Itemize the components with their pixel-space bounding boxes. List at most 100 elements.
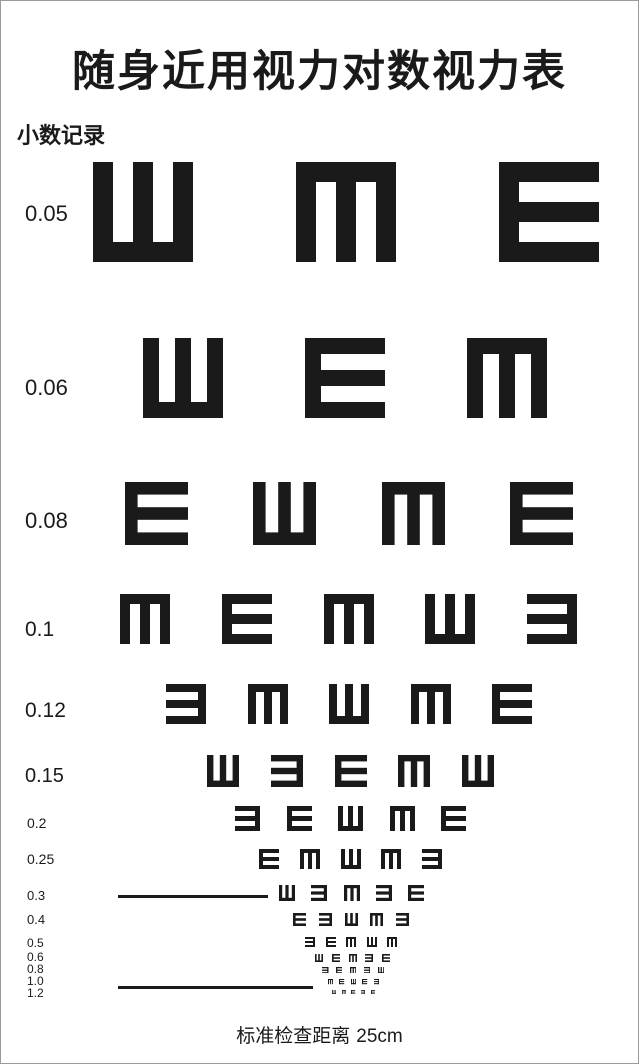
optotype-row [93, 162, 599, 262]
tumbling-e-right-icon [335, 966, 343, 974]
tumbling-e-up-icon [462, 755, 494, 787]
tumbling-e-up-icon [338, 805, 363, 831]
acuity-label: 0.05 [25, 201, 68, 226]
tumbling-e-down-icon [398, 755, 431, 787]
tumbling-e-right-icon [370, 989, 375, 995]
tumbling-e-up-icon [143, 338, 223, 418]
tumbling-e-right-icon [339, 979, 345, 985]
tumbling-e-down-icon [247, 684, 288, 724]
tumbling-e-right-icon [221, 594, 272, 644]
tumbling-e-down-icon [410, 684, 451, 724]
tumbling-e-right-icon [509, 481, 573, 545]
tumbling-e-down-icon [348, 954, 357, 962]
acuity-label: 0.08 [25, 508, 68, 533]
vision-chart: 随身近用视力对数视力表 小数记录 标准检查距离 25cm 0.05 0.06 0.0… [0, 0, 639, 1064]
tumbling-e-up-icon [366, 937, 377, 947]
optotype-row [207, 755, 494, 787]
acuity-label: 0.3 [27, 888, 46, 903]
tumbling-e-right-icon [293, 912, 306, 926]
decimal-record-header: 小数记录 [17, 124, 106, 149]
optotype-row [235, 805, 466, 831]
acuity-label: 1.2 [27, 986, 44, 1000]
tumbling-e-right-icon [351, 989, 356, 995]
tumbling-e-left-icon [422, 849, 442, 869]
optotype-row [315, 954, 390, 962]
optotype-row [143, 338, 547, 418]
acuity-label: 0.1 [25, 618, 55, 641]
tumbling-e-up-icon [377, 966, 384, 974]
test-distance-label: 标准检查距离 25cm [1, 1021, 638, 1048]
tumbling-e-left-icon [166, 684, 206, 724]
tumbling-e-right-icon [331, 954, 340, 962]
tumbling-e-right-icon [325, 937, 336, 947]
acuity-label: 0.25 [27, 851, 55, 867]
chart-title: 随身近用视力对数视力表 [72, 47, 567, 97]
tumbling-e-down-icon [387, 937, 397, 947]
tumbling-e-right-icon [362, 979, 368, 985]
tumbling-e-down-icon [120, 594, 170, 644]
distance-label-text: 标准检查距离 [236, 1025, 351, 1047]
tumbling-e-down-icon [370, 912, 384, 926]
tumbling-e-down-icon [381, 849, 402, 869]
acuity-label: 0.2 [27, 815, 47, 831]
tumbling-e-up-icon [93, 162, 193, 262]
tumbling-e-up-icon [279, 885, 295, 901]
tumbling-e-up-icon [344, 912, 358, 926]
tumbling-e-left-icon [318, 912, 332, 926]
tumbling-e-right-icon [259, 849, 279, 869]
tumbling-e-left-icon [365, 954, 374, 962]
acuity-label: 0.12 [25, 699, 66, 722]
tumbling-e-up-icon [350, 979, 357, 985]
tumbling-e-left-icon [527, 594, 577, 644]
tumbling-e-right-icon [441, 805, 466, 831]
tumbling-e-up-icon [253, 481, 317, 545]
tumbling-e-left-icon [375, 885, 392, 901]
tumbling-e-down-icon [381, 481, 445, 545]
tumbling-e-right-icon [492, 684, 532, 724]
tumbling-e-right-icon [408, 885, 424, 901]
tumbling-e-left-icon [396, 912, 409, 926]
optotype-row [125, 481, 573, 545]
tumbling-e-up-icon [332, 989, 337, 995]
tumbling-e-down-icon [323, 594, 374, 644]
tumbling-e-up-icon [315, 954, 323, 962]
tumbling-e-left-icon [311, 885, 328, 901]
tumbling-e-down-icon [299, 849, 320, 869]
optotype-row [328, 979, 379, 985]
optotype-row [279, 885, 424, 901]
acuity-label: 0.4 [27, 912, 46, 927]
optotype-row [293, 912, 409, 926]
tumbling-e-down-icon [467, 338, 547, 418]
optotype-row [259, 849, 442, 869]
tumbling-e-right-icon [499, 162, 599, 262]
optotype-row [120, 594, 577, 644]
tumbling-e-up-icon [329, 684, 369, 724]
optotype-row [322, 966, 384, 974]
tumbling-e-down-icon [349, 966, 357, 974]
tumbling-e-down-icon [389, 805, 415, 831]
tumbling-e-left-icon [322, 966, 329, 974]
tumbling-e-down-icon [346, 937, 356, 947]
tumbling-e-left-icon [373, 979, 379, 985]
optotype-row [305, 937, 397, 947]
tumbling-e-right-icon [382, 954, 390, 962]
tumbling-e-left-icon [235, 805, 260, 831]
tumbling-e-left-icon [305, 937, 315, 947]
tumbling-e-down-icon [296, 162, 396, 262]
tumbling-e-left-icon [363, 966, 371, 974]
tumbling-e-up-icon [207, 755, 239, 787]
tumbling-e-right-icon [286, 805, 312, 831]
tumbling-e-down-icon [341, 989, 346, 995]
tumbling-e-right-icon [125, 481, 188, 545]
optotype-row [166, 684, 532, 724]
tumbling-e-up-icon [425, 594, 476, 644]
tumbling-e-right-icon [305, 338, 385, 418]
tumbling-e-left-icon [270, 755, 303, 787]
tumbling-e-left-icon [361, 989, 366, 995]
acuity-label: 0.5 [27, 936, 44, 950]
tumbling-e-right-icon [334, 755, 367, 787]
tumbling-e-up-icon [340, 849, 361, 869]
reference-line-0-3 [118, 895, 268, 898]
acuity-label: 0.06 [25, 375, 68, 400]
acuity-label: 0.15 [25, 765, 64, 787]
